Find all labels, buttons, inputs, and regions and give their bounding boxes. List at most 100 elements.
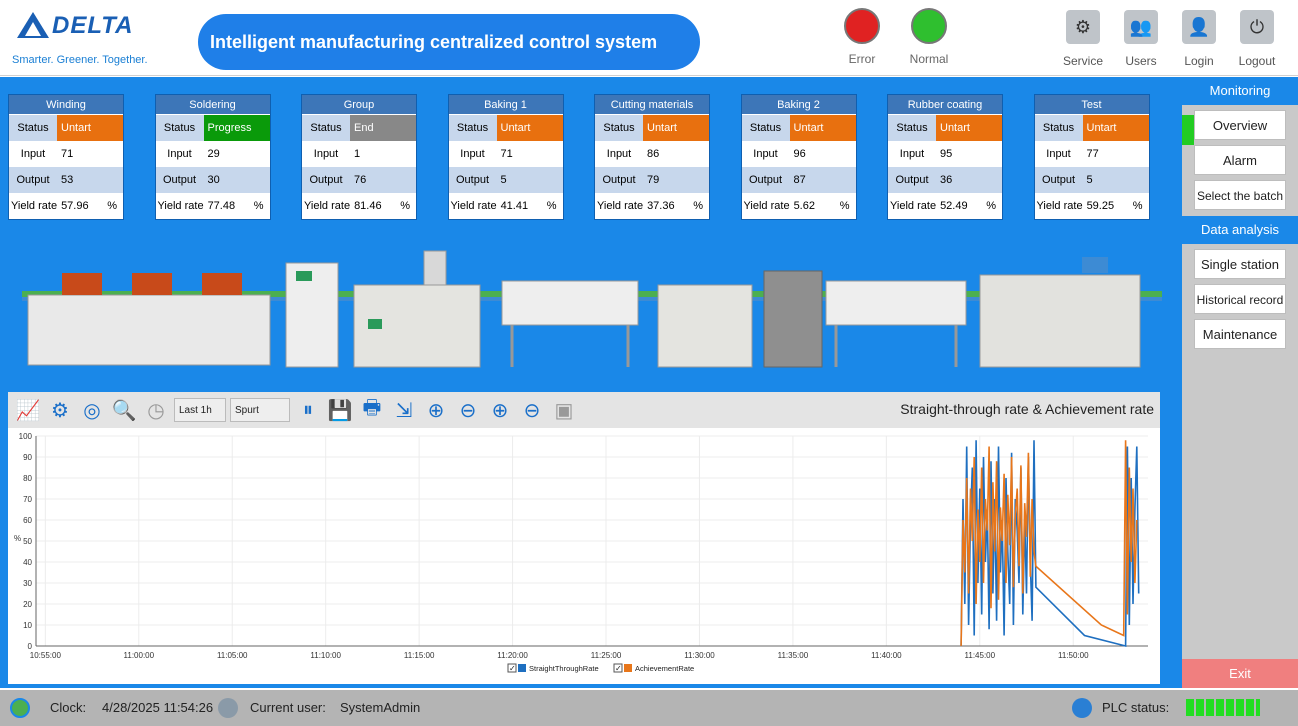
- error-lamp-icon: [844, 8, 880, 44]
- x-tick-label: 11:45:00: [965, 651, 996, 660]
- y-tick-label: 10: [23, 621, 32, 630]
- status-bar: Clock: 4/28/2025 11:54:26 Current user: …: [0, 690, 1298, 726]
- status-badge: End: [350, 115, 416, 141]
- output-value: 36: [940, 174, 953, 186]
- logout-button[interactable]: ⏻ Logout: [1234, 10, 1280, 68]
- x-tick-label: 10:55:00: [30, 651, 62, 660]
- zoom-out-y-icon[interactable]: ⊖: [518, 396, 546, 424]
- header-bar: DELTA Smarter. Greener. Together. Intell…: [0, 0, 1298, 76]
- active-indicator: [1182, 115, 1194, 145]
- mode-select[interactable]: Spurt: [230, 398, 290, 422]
- yield-key: Yield rate: [11, 200, 58, 212]
- input-row: Input 77: [1035, 141, 1149, 167]
- target-icon[interactable]: ◎: [78, 396, 106, 424]
- maintenance-button[interactable]: Maintenance: [1194, 319, 1286, 349]
- yield-row: Yield rate 77.48%: [156, 193, 270, 219]
- status-key: Status: [603, 122, 635, 134]
- reset-zoom-icon[interactable]: ▣: [550, 396, 578, 424]
- input-value: 1: [354, 148, 361, 160]
- output-key: Output: [602, 174, 636, 186]
- station-name: Winding: [9, 95, 123, 115]
- input-row: Input 71: [449, 141, 563, 167]
- output-value: 5: [500, 174, 507, 186]
- plc-status-indicator: [1186, 699, 1260, 716]
- input-value: 71: [61, 148, 74, 160]
- save-icon[interactable]: 💾: [326, 396, 354, 424]
- y-tick-label: 50: [23, 537, 32, 546]
- error-lamp: Error: [837, 8, 887, 66]
- status-row: Status Untart: [9, 115, 123, 141]
- output-row: Output 5: [1034, 167, 1149, 193]
- current-user-label: Current user:: [250, 700, 326, 715]
- output-key: Output: [455, 174, 490, 186]
- export-icon[interactable]: ⇲: [390, 396, 418, 424]
- output-value: 30: [207, 174, 220, 186]
- delta-logo: DELTA Smarter. Greener. Together.: [8, 6, 188, 70]
- users-button[interactable]: 👥 Users: [1118, 10, 1164, 68]
- historical-record-button[interactable]: Historical record: [1194, 284, 1286, 314]
- yield-value: 77.48: [207, 200, 236, 212]
- production-line-illustration: [22, 250, 1162, 368]
- output-key: Output: [16, 174, 50, 186]
- status-badge: Untart: [496, 115, 563, 141]
- x-tick-label: 11:20:00: [497, 651, 528, 660]
- time-range-select[interactable]: Last 1h: [174, 398, 226, 422]
- input-key: Input: [899, 148, 925, 160]
- yield-row: Yield rate 59.25%: [1035, 193, 1149, 219]
- normal-lamp: Normal: [904, 8, 954, 66]
- yield-value: 59.25: [1086, 200, 1115, 212]
- yield-value: 41.41: [500, 200, 529, 212]
- yield-value: 37.36: [647, 200, 675, 212]
- y-tick-label: 40: [23, 558, 32, 567]
- clock-icon[interactable]: ◷: [142, 396, 170, 424]
- yield-key: Yield rate: [450, 200, 497, 212]
- search-data-icon[interactable]: 🔍: [110, 396, 138, 424]
- x-tick-label: 11:05:00: [217, 651, 248, 660]
- output-value: 5: [1086, 174, 1093, 186]
- output-row: Output 87: [741, 167, 856, 193]
- yield-unit: %: [107, 200, 117, 212]
- select-batch-button[interactable]: Select the batch: [1194, 180, 1286, 210]
- input-key: Input: [1046, 148, 1071, 160]
- chart-title: Straight-through rate & Achievement rate: [900, 401, 1154, 417]
- status-badge: Untart: [57, 115, 123, 141]
- status-row: Status Untart: [741, 115, 856, 141]
- single-station-button[interactable]: Single station: [1194, 249, 1286, 279]
- status-row: Status Untart: [888, 115, 1002, 141]
- status-row: Status Untart: [595, 115, 709, 141]
- input-value: 77: [1086, 148, 1099, 160]
- settings-icon[interactable]: ⚙: [46, 396, 74, 424]
- y-tick-label: 90: [23, 453, 32, 462]
- input-row: Input 71: [9, 141, 123, 167]
- main-panel: Winding Status Untart Input 71 Output 53 Yield …: [0, 77, 1182, 688]
- yield-key: Yield rate: [304, 200, 351, 212]
- exit-button[interactable]: Exit: [1182, 659, 1298, 688]
- alarm-button[interactable]: Alarm: [1194, 145, 1286, 175]
- zoom-in-y-icon[interactable]: ⊕: [486, 396, 514, 424]
- legend-label: StraightThroughRate: [529, 664, 599, 673]
- x-tick-label: 11:30:00: [684, 651, 715, 660]
- overview-button[interactable]: Overview: [1194, 110, 1286, 140]
- data-analysis-header: Data analysis: [1182, 216, 1298, 244]
- chart-type-icon[interactable]: 📈: [14, 396, 42, 424]
- station-name: Group: [302, 95, 416, 115]
- print-icon[interactable]: 🖶: [358, 396, 386, 424]
- app-title: Intelligent manufacturing centralized co…: [198, 14, 700, 70]
- zoom-out-x-icon[interactable]: ⊖: [454, 396, 482, 424]
- pause-icon[interactable]: ⏸: [294, 396, 322, 424]
- service-button[interactable]: ⚙ Service: [1060, 10, 1106, 68]
- output-key: Output: [309, 174, 343, 186]
- status-row: Status Untart: [1034, 115, 1149, 141]
- station-card: Group Status End Input 1 Output 76 Yield rate 81…: [301, 94, 417, 220]
- output-value: 79: [647, 174, 660, 186]
- yield-key: Yield rate: [1036, 200, 1083, 212]
- station-card: Baking 1 Status Untart Input 71 Output 5 Yield …: [447, 94, 564, 220]
- current-user-value: SystemAdmin: [340, 700, 421, 715]
- zoom-in-x-icon[interactable]: ⊕: [422, 396, 450, 424]
- login-button[interactable]: 👤 Login: [1176, 10, 1222, 68]
- power-icon: ⏻: [1240, 10, 1274, 44]
- input-row: Input 29: [156, 141, 270, 167]
- legend-swatch: [518, 664, 526, 672]
- output-row: Output 30: [155, 167, 270, 193]
- status-badge: Untart: [1082, 115, 1149, 141]
